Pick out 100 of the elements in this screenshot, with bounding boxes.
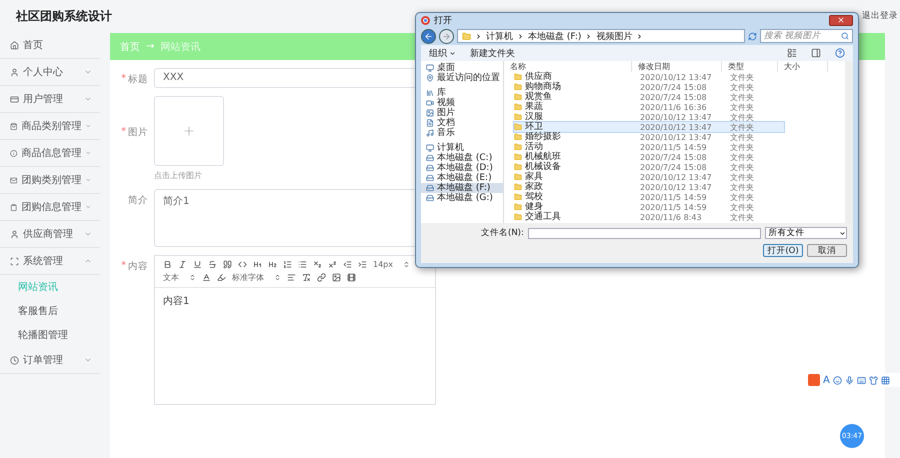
sidebar-subitem[interactable]: 客服售后 <box>0 299 100 323</box>
sidebar-item[interactable]: 订单管理 <box>0 347 100 374</box>
organize-menu[interactable]: 组织 <box>429 46 456 60</box>
smile-icon[interactable] <box>832 376 842 384</box>
path-segment[interactable]: 视频图片 <box>596 30 632 42</box>
new-folder-button[interactable]: 新建文件夹 <box>470 46 515 60</box>
file-row[interactable]: 机械航班 2020/7/24 15:08 文件夹 <box>514 152 784 162</box>
forward-button[interactable] <box>439 28 454 44</box>
shirt-icon[interactable] <box>868 376 878 384</box>
field-label: 简介 <box>128 194 148 207</box>
file-row[interactable]: 婚纱摄影 2020/10/12 13:47 文件夹 <box>514 132 784 142</box>
nav-item[interactable]: 本地磁盘 (E:) <box>421 173 503 183</box>
image-icon[interactable] <box>332 273 341 282</box>
quote-icon[interactable] <box>223 260 232 269</box>
italic-icon[interactable] <box>178 260 187 269</box>
open-button[interactable]: 打开(O) <box>763 244 803 257</box>
search-field[interactable]: 搜索 视频图片 <box>760 29 853 43</box>
file-type-select[interactable]: 所有文件 <box>764 227 847 239</box>
file-row[interactable]: 果蔬 2020/11/6 16:36 文件夹 <box>514 102 784 112</box>
superscript-icon[interactable] <box>328 260 337 269</box>
clear-format-icon[interactable] <box>302 273 311 282</box>
bold-icon[interactable] <box>163 260 172 269</box>
video-icon[interactable] <box>347 273 356 282</box>
nav-item[interactable]: 计算机 <box>421 143 503 153</box>
view-options-icon[interactable] <box>787 48 797 58</box>
sidebar-item[interactable]: 个人中心 <box>0 59 100 86</box>
refresh-icon[interactable] <box>748 32 757 40</box>
column-header[interactable]: 类型 <box>722 61 778 72</box>
file-row[interactable]: 家政 2020/10/12 13:47 文件夹 <box>514 182 784 192</box>
upload-hint: 点击上传图片 <box>154 170 203 181</box>
font-family-select[interactable]: 标准字体 <box>232 272 281 283</box>
scrollbar[interactable] <box>845 61 853 223</box>
nav-item[interactable]: 视频 <box>421 98 503 108</box>
sidebar-subitem[interactable]: 轮播图管理 <box>0 323 100 347</box>
keyboard-icon[interactable] <box>856 376 866 384</box>
sidebar-item[interactable]: 系统管理 <box>0 248 100 275</box>
nav-item[interactable]: 本地磁盘 (F:) <box>421 183 503 193</box>
underline-icon[interactable] <box>193 260 202 269</box>
link-icon[interactable] <box>317 273 326 282</box>
code-icon[interactable] <box>238 260 247 269</box>
file-name: 家具 <box>525 172 543 182</box>
nav-item[interactable]: 文档 <box>421 118 503 128</box>
column-header[interactable]: 大小 <box>778 61 828 72</box>
logout-link[interactable]: 退出登录 <box>862 10 898 22</box>
preview-pane-icon[interactable] <box>811 48 821 58</box>
sidebar-item[interactable]: 用户管理 <box>0 86 100 113</box>
column-header[interactable]: 修改日期 <box>632 61 722 72</box>
path-segment[interactable]: 计算机 <box>486 30 513 42</box>
file-type: 文件夹 <box>730 212 754 222</box>
sidebar-item[interactable]: 商品类别管理 <box>0 113 100 140</box>
sidebar-item[interactable]: 团购信息管理 <box>0 194 100 221</box>
nav-item[interactable]: 音乐 <box>421 128 503 138</box>
text-color-icon[interactable] <box>202 273 211 282</box>
microphone-icon[interactable] <box>844 376 854 384</box>
file-row[interactable]: 活动 2020/11/5 14:59 文件夹 <box>514 142 784 152</box>
ordered-list-icon[interactable] <box>283 260 292 269</box>
file-row[interactable]: 观赏鱼 2020/7/24 15:08 文件夹 <box>514 92 784 102</box>
computer-icon <box>426 144 434 152</box>
align-icon[interactable] <box>287 273 296 282</box>
file-row[interactable]: 购物商场 2020/7/24 15:08 文件夹 <box>514 82 784 92</box>
path-segment[interactable]: 本地磁盘 (F:) <box>528 30 582 42</box>
sidebar-item[interactable]: 团购类别管理 <box>0 167 100 194</box>
sidebar-label: 订单管理 <box>23 354 64 367</box>
file-row[interactable]: 汉服 2020/10/12 13:47 文件夹 <box>514 112 784 122</box>
nav-item[interactable]: 本地磁盘 (C:) <box>421 153 503 163</box>
highlight-icon[interactable] <box>217 273 226 282</box>
back-button[interactable] <box>421 28 436 44</box>
subscript-icon[interactable] <box>313 260 322 269</box>
close-button[interactable] <box>829 14 853 26</box>
file-name: 观赏鱼 <box>525 92 552 102</box>
nav-item[interactable]: 库 <box>421 88 503 98</box>
editor-content[interactable]: 内容1 <box>155 288 435 314</box>
heading-one-icon[interactable] <box>253 260 262 269</box>
block-type-select[interactable]: 文本 <box>163 272 196 283</box>
file-row[interactable]: 机械设备 2020/7/24 15:08 文件夹 <box>514 162 784 172</box>
file-row[interactable]: 家具 2020/10/12 13:47 文件夹 <box>514 172 784 182</box>
file-row[interactable]: 环卫 2020/10/12 13:47 文件夹 <box>514 122 784 132</box>
grid-icon[interactable] <box>880 376 890 384</box>
heading-two-icon[interactable] <box>268 260 277 269</box>
file-row[interactable]: 供应商 2020/10/12 13:47 文件夹 <box>514 72 784 82</box>
address-bar[interactable]: 计算机 本地磁盘 (F:) 视频图片 <box>457 29 745 43</box>
help-icon[interactable] <box>835 48 845 58</box>
sidebar-item[interactable]: 首页 <box>0 32 100 59</box>
file-row[interactable]: 交通工具 2020/11/6 8:43 文件夹 <box>514 212 784 222</box>
nav-item[interactable]: 图片 <box>421 108 503 118</box>
person-icon <box>10 230 19 238</box>
indent-icon[interactable] <box>358 260 367 269</box>
filename-input[interactable] <box>528 228 761 238</box>
sidebar-item[interactable]: 商品信息管理 <box>0 140 100 167</box>
nav-item[interactable]: 本地磁盘 (D:) <box>421 163 503 173</box>
column-header[interactable]: 名称 <box>504 61 632 72</box>
outdent-icon[interactable] <box>343 260 352 269</box>
ime-mode-indicator[interactable]: A <box>823 374 830 386</box>
sidebar-item[interactable]: 供应商管理 <box>0 221 100 248</box>
font-size-select[interactable]: 14px <box>373 260 410 269</box>
strikethrough-icon[interactable] <box>208 260 217 269</box>
bullet-list-icon[interactable] <box>298 260 307 269</box>
cancel-button[interactable]: 取消 <box>807 244 847 257</box>
file-row[interactable]: 驾校 2020/11/5 14:59 文件夹 <box>514 192 784 202</box>
file-row[interactable]: 健身 2020/11/5 14:59 文件夹 <box>514 202 784 212</box>
